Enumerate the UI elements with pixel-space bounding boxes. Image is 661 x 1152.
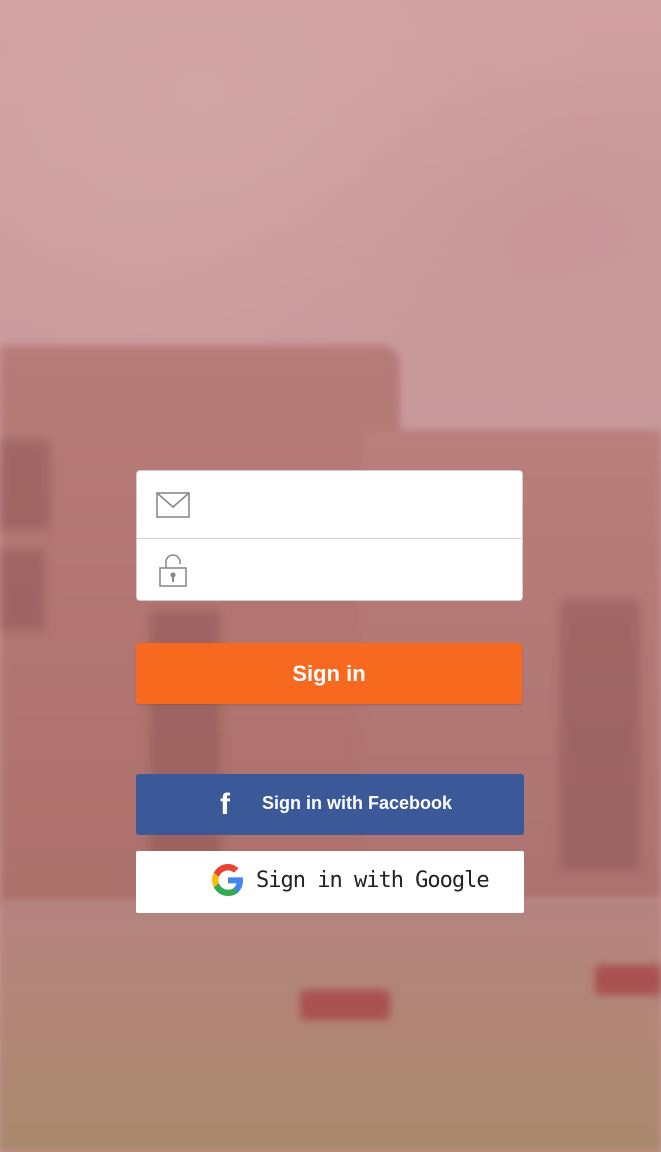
email-field[interactable] bbox=[209, 484, 522, 525]
facebook-sign-in-button[interactable]: f Sign in with Facebook bbox=[136, 774, 524, 835]
facebook-sign-in-label: Sign in with Facebook bbox=[262, 793, 453, 813]
google-icon bbox=[212, 864, 244, 896]
google-sign-in-label: Sign in with Google bbox=[256, 868, 490, 893]
envelope-icon bbox=[137, 471, 209, 538]
password-row bbox=[137, 538, 522, 600]
password-field[interactable] bbox=[209, 550, 522, 590]
google-sign-in-button[interactable]: Sign in with Google bbox=[136, 851, 524, 913]
email-row bbox=[137, 471, 522, 539]
lock-icon bbox=[137, 538, 209, 600]
facebook-icon: f bbox=[220, 788, 230, 821]
sign-in-button[interactable]: Sign in bbox=[136, 643, 522, 704]
login-card bbox=[136, 470, 523, 601]
login-screen: Sign in f Sign in with Facebook Sign in … bbox=[0, 0, 661, 1152]
